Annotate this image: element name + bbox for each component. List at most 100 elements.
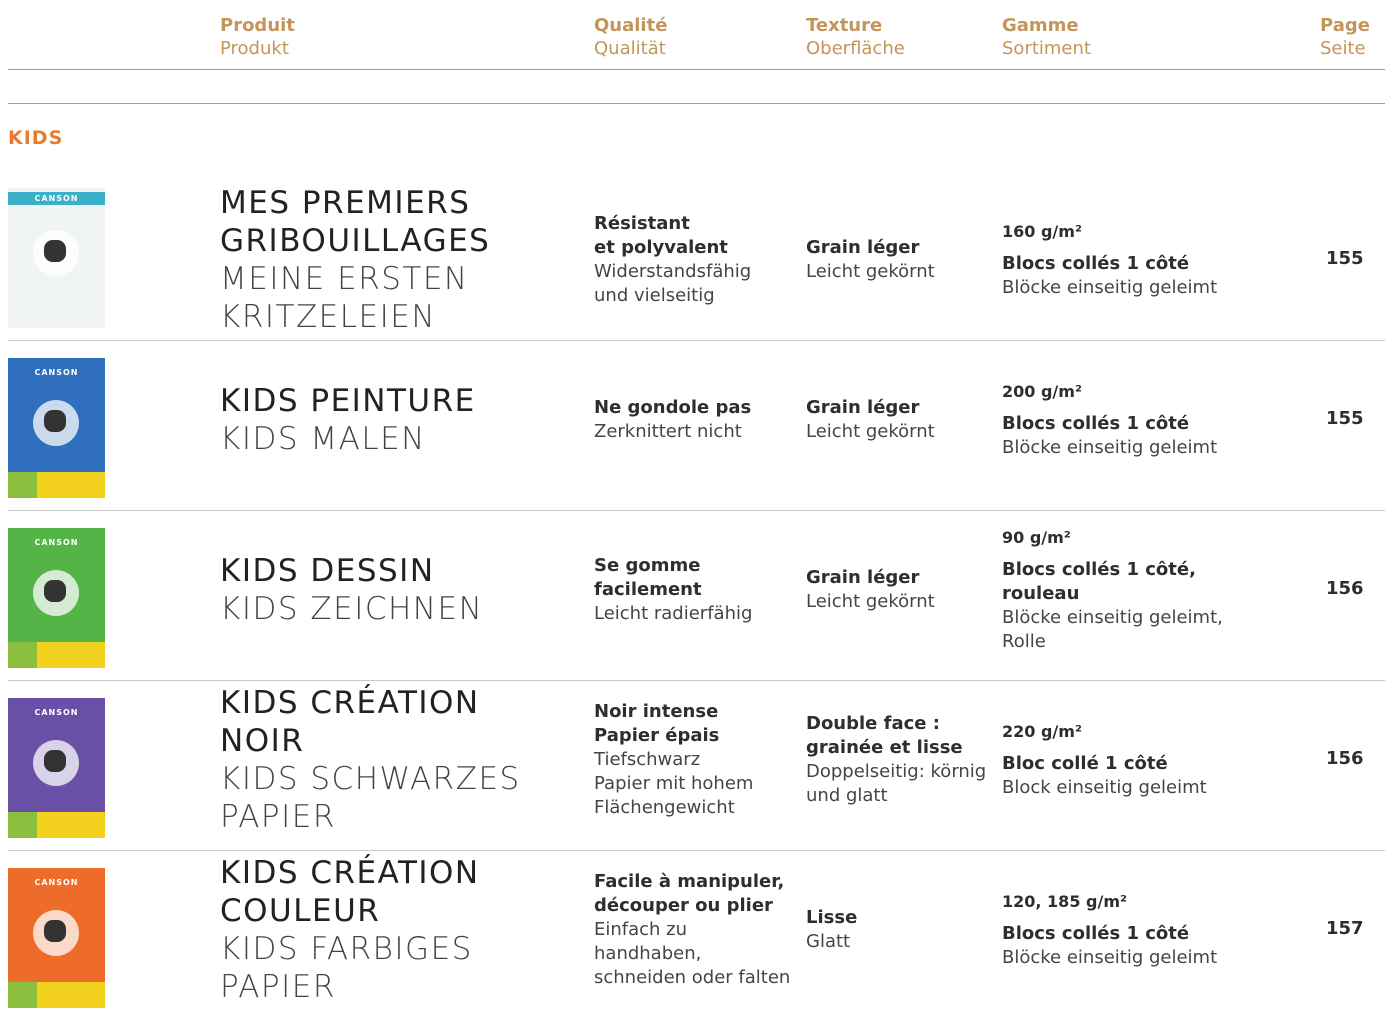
range-fr: Blocs collés 1 côté,: [1002, 559, 1196, 580]
quality-de: Flächengewicht: [594, 797, 735, 818]
brand-logo: CANSON: [8, 192, 105, 205]
quality-fr: et polyvalent: [594, 237, 728, 258]
cover-illustration-detail: [44, 410, 66, 432]
texture-fr: Grain léger: [806, 567, 920, 588]
texture-fr: grainée et lisse: [806, 737, 963, 758]
header-label: Produit: [220, 15, 295, 36]
cover-band-accent: [8, 472, 38, 498]
texture-fr: Grain léger: [806, 397, 920, 418]
header-produit: Produit Produkt: [220, 14, 295, 60]
range-cell: 200 g/m² Blocs collés 1 côté Blöcke einsei…: [1002, 380, 1217, 460]
range-de: Blöcke einseitig geleimt: [1002, 277, 1218, 298]
product-cover-image: CANSON: [8, 188, 105, 328]
product-title: KIDS CRÉATION NOIR KIDS SCHWARZES PAPIER: [220, 684, 521, 836]
texture-de: Leicht gekörnt: [806, 591, 935, 612]
header-sublabel: Sortiment: [1002, 38, 1091, 59]
header-qualite: Qualité Qualität: [594, 14, 667, 60]
product-name-de: MEINE ERSTEN: [220, 261, 469, 297]
range-cell: 90 g/m² Blocs collés 1 côté, rouleau Blöcke…: [1002, 526, 1223, 654]
quality-de: Tiefschwarz: [594, 749, 701, 770]
quality-de: Zerknittert nicht: [594, 421, 742, 442]
quality-fr: Ne gondole pas: [594, 397, 752, 418]
brand-logo: CANSON: [34, 708, 79, 717]
section-title: KIDS: [8, 127, 64, 149]
product-cover-image: CANSON: [8, 698, 105, 838]
header-divider: [8, 69, 1385, 70]
product-cover-image: CANSON: [8, 358, 105, 498]
quality-cell: Se gomme facilement Leicht radierfähig: [594, 554, 752, 626]
range-fr: Blocs collés 1 côté: [1002, 253, 1190, 274]
range-cell: 120, 185 g/m² Blocs collés 1 côté Blöcke e…: [1002, 890, 1217, 970]
header-sublabel: Produkt: [220, 38, 289, 59]
paper-weight: 120, 185 g/m²: [1002, 892, 1127, 911]
brand-logo: CANSON: [34, 878, 79, 887]
quality-de: und vielseitig: [594, 285, 715, 306]
product-title: KIDS CRÉATION COULEUR KIDS FARBIGES PAPIER: [220, 854, 480, 1006]
range-de: Block einseitig geleimt: [1002, 777, 1207, 798]
range-fr: Blocs collés 1 côté: [1002, 413, 1190, 434]
texture-fr: Grain léger: [806, 237, 920, 258]
quality-cell: Résistant et polyvalent Widerstandsfähig un…: [594, 212, 751, 308]
brand-logo: CANSON: [34, 538, 79, 547]
row-divider: [8, 850, 1385, 851]
texture-fr: Double face :: [806, 713, 940, 734]
product-name-de: KRITZELEIEN: [220, 299, 437, 335]
paper-weight: 200 g/m²: [1002, 382, 1082, 401]
range-fr: Blocs collés 1 côté: [1002, 923, 1190, 944]
product-name-fr: MES PREMIERS: [220, 185, 471, 221]
product-title: KIDS DESSIN KIDS ZEICHNEN: [220, 552, 483, 628]
brand-logo: CANSON: [34, 368, 79, 377]
header-label: Qualité: [594, 15, 668, 36]
texture-cell: Lisse Glatt: [806, 906, 857, 954]
range-de: Blöcke einseitig geleimt: [1002, 437, 1218, 458]
quality-de: Papier mit hohem: [594, 773, 754, 794]
cover-band-accent: [8, 642, 38, 668]
quality-fr: Papier épais: [594, 725, 720, 746]
quality-cell: Facile à manipuler, découper ou plier Einf…: [594, 870, 790, 990]
cover-illustration-detail: [44, 580, 66, 602]
header-page: Page Seite: [1320, 14, 1370, 60]
quality-fr: découper ou plier: [594, 895, 773, 916]
row-divider: [8, 680, 1385, 681]
cover-band-accent: [8, 812, 38, 838]
texture-de: Leicht gekörnt: [806, 421, 935, 442]
page-number: 156: [1326, 748, 1364, 769]
paper-weight: 90 g/m²: [1002, 528, 1071, 547]
quality-de: Einfach zu: [594, 919, 688, 940]
texture-cell: Grain léger Leicht gekörnt: [806, 236, 935, 284]
product-name-fr: KIDS CRÉATION: [220, 855, 480, 891]
paper-weight: 160 g/m²: [1002, 222, 1082, 241]
texture-cell: Grain léger Leicht gekörnt: [806, 396, 935, 444]
texture-cell: Grain léger Leicht gekörnt: [806, 566, 935, 614]
header-sublabel: Qualität: [594, 38, 666, 59]
texture-de: Glatt: [806, 931, 851, 952]
page-number: 155: [1326, 408, 1364, 429]
product-cover-image: CANSON: [8, 528, 105, 668]
product-cover-image: CANSON: [8, 868, 105, 1008]
quality-de: schneiden oder falten: [594, 967, 791, 988]
product-name-fr: KIDS DESSIN: [220, 553, 435, 589]
cover-illustration-detail: [44, 920, 66, 942]
product-name-fr: KIDS CRÉATION: [220, 685, 480, 721]
quality-fr: Résistant: [594, 213, 690, 234]
product-name-de: KIDS FARBIGES: [220, 931, 473, 967]
header-gamme: Gamme Sortiment: [1002, 14, 1091, 60]
cover-illustration-detail: [44, 240, 66, 262]
quality-fr: Se gomme: [594, 555, 701, 576]
header-label: Gamme: [1002, 15, 1079, 36]
range-fr: Bloc collé 1 côté: [1002, 753, 1168, 774]
quality-fr: facilement: [594, 579, 702, 600]
product-name-de: PAPIER: [220, 799, 336, 835]
texture-cell: Double face : grainée et lisse Doppelseiti…: [806, 712, 986, 808]
row-divider: [8, 510, 1385, 511]
row-divider: [8, 340, 1385, 341]
product-name-de: KIDS MALEN: [220, 421, 426, 457]
section-divider: [8, 103, 1385, 104]
cover-illustration-detail: [44, 750, 66, 772]
product-name-de: KIDS ZEICHNEN: [220, 591, 484, 627]
cover-band-accent: [8, 982, 38, 1008]
product-name-fr: KIDS PEINTURE: [220, 383, 476, 419]
texture-de: Doppelseitig: körnig: [806, 761, 987, 782]
product-title: MES PREMIERS GRIBOUILLAGES MEINE ERSTEN KRI…: [220, 184, 490, 336]
range-cell: 220 g/m² Bloc collé 1 côté Block einseitig…: [1002, 720, 1207, 800]
